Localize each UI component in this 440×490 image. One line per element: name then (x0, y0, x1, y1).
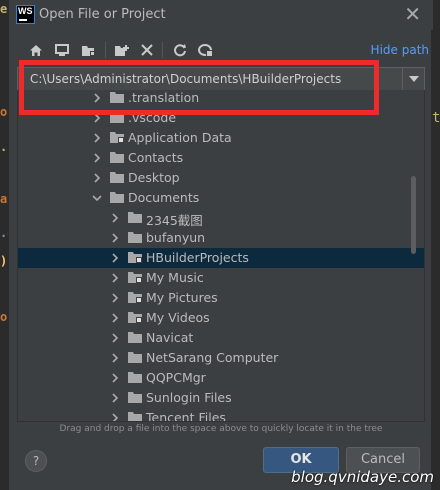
tree-item-label: 2345截图 (146, 213, 203, 228)
tree-item-label: bufanyun (146, 230, 206, 245)
tree-item-label: Documents (128, 190, 200, 205)
tree-item-label: Desktop (128, 170, 180, 185)
chevron-right-icon[interactable] (110, 213, 120, 223)
tree-item[interactable]: bufanyun (18, 228, 424, 248)
toolbar: Hide path (9, 38, 433, 62)
folder-icon (110, 192, 124, 203)
tree-item[interactable]: HBuilderProjects (18, 248, 424, 268)
refresh-icon[interactable] (170, 40, 190, 60)
folder-icon (128, 292, 142, 303)
chevron-right-icon[interactable] (110, 393, 120, 403)
close-icon[interactable]: ✕ (404, 3, 421, 25)
new-folder-icon[interactable] (111, 40, 131, 60)
chevron-right-icon[interactable] (92, 93, 102, 103)
tree-item-label: Sunlogin Files (146, 390, 232, 405)
tree-item[interactable]: .vscode (18, 108, 424, 128)
title-bar: WS Open File or Project ✕ (9, 0, 433, 30)
open-file-dialog: WS Open File or Project ✕ Hide path C:\U… (8, 0, 433, 490)
tree-item[interactable]: My Videos (18, 308, 424, 328)
tree-item[interactable]: Application Data (18, 128, 424, 148)
delete-icon[interactable] (137, 40, 157, 60)
background-editor-right: t (432, 0, 440, 490)
tree-item-label: QQPCMgr (146, 370, 206, 385)
chevron-right-icon[interactable] (92, 133, 102, 143)
tree-item-label: Tencent Files (146, 410, 226, 422)
folder-icon (110, 172, 124, 183)
chevron-down-icon[interactable] (92, 193, 102, 203)
tree-item[interactable]: 2345截图 (18, 208, 424, 228)
desktop-icon[interactable] (52, 40, 72, 60)
chevron-right-icon[interactable] (92, 113, 102, 123)
watermark: blog.qvnidaye.com (291, 468, 434, 486)
app-logo: WS (16, 5, 35, 24)
chevron-right-icon[interactable] (110, 353, 120, 363)
folder-icon (128, 352, 142, 363)
dialog-title: Open File or Project (39, 7, 166, 22)
tree-item-label: Contacts (128, 150, 184, 165)
folder-icon (128, 252, 142, 263)
folder-icon (128, 212, 142, 223)
chevron-right-icon[interactable] (110, 333, 120, 343)
folder-icon (128, 312, 142, 323)
folder-icon (128, 232, 142, 243)
tree-item-label: .vscode (128, 110, 177, 125)
tree-item-label: Navicat (146, 330, 194, 345)
tree-item[interactable]: Sunlogin Files (18, 388, 424, 408)
folder-icon (110, 152, 124, 163)
tree-item-label: My Music (146, 270, 204, 285)
background-editor-left: e or . at .e ) or (0, 0, 8, 490)
chevron-right-icon[interactable] (110, 253, 120, 263)
tree-item[interactable]: Documents (18, 188, 424, 208)
tree-scrollbar[interactable] (411, 176, 416, 254)
chevron-right-icon[interactable] (110, 273, 120, 283)
chevron-right-icon[interactable] (110, 293, 120, 303)
tree-item[interactable]: QQPCMgr (18, 368, 424, 388)
chevron-right-icon[interactable] (110, 313, 120, 323)
tree-item[interactable]: Tencent Files (18, 408, 424, 422)
path-dropdown-button[interactable] (402, 68, 424, 90)
folder-icon (128, 332, 142, 343)
tree-item-label: Application Data (128, 130, 232, 145)
tree-item[interactable]: .translation (18, 90, 424, 108)
tree-item-label: HBuilderProjects (146, 250, 249, 265)
chevron-right-icon[interactable] (110, 373, 120, 383)
drag-drop-hint: Drag and drop a file into the space abov… (59, 424, 383, 434)
tree-item-label: .translation (128, 90, 200, 105)
folder-icon (110, 92, 124, 103)
chevron-right-icon[interactable] (110, 413, 120, 422)
path-combo[interactable] (17, 67, 425, 91)
tree-item-label: My Pictures (146, 290, 218, 305)
help-button[interactable]: ? (25, 450, 47, 472)
tree-item[interactable]: My Pictures (18, 288, 424, 308)
tree-item[interactable]: My Music (18, 268, 424, 288)
tree-item[interactable]: Contacts (18, 148, 424, 168)
path-input[interactable] (18, 68, 402, 90)
project-folder-icon[interactable] (78, 40, 98, 60)
show-hidden-icon[interactable] (196, 40, 216, 60)
chevron-right-icon[interactable] (92, 153, 102, 163)
chevron-right-icon[interactable] (110, 233, 120, 243)
tree-item-label: My Videos (146, 310, 210, 325)
home-icon[interactable] (26, 40, 46, 60)
hide-path-link[interactable]: Hide path (371, 43, 429, 57)
tree-item-label: NetSarang Computer (146, 350, 279, 365)
folder-icon (128, 412, 142, 421)
tree-item[interactable]: NetSarang Computer (18, 348, 424, 368)
folder-icon (110, 132, 124, 143)
folder-icon (128, 392, 142, 403)
folder-icon (128, 372, 142, 383)
chevron-down-icon (408, 76, 419, 82)
folder-icon (110, 112, 124, 123)
file-tree[interactable]: .translation .vscode Application Data Conta… (17, 90, 425, 422)
tree-item[interactable]: Navicat (18, 328, 424, 348)
folder-icon (128, 272, 142, 283)
chevron-right-icon[interactable] (92, 173, 102, 183)
tree-item[interactable]: Desktop (18, 168, 424, 188)
